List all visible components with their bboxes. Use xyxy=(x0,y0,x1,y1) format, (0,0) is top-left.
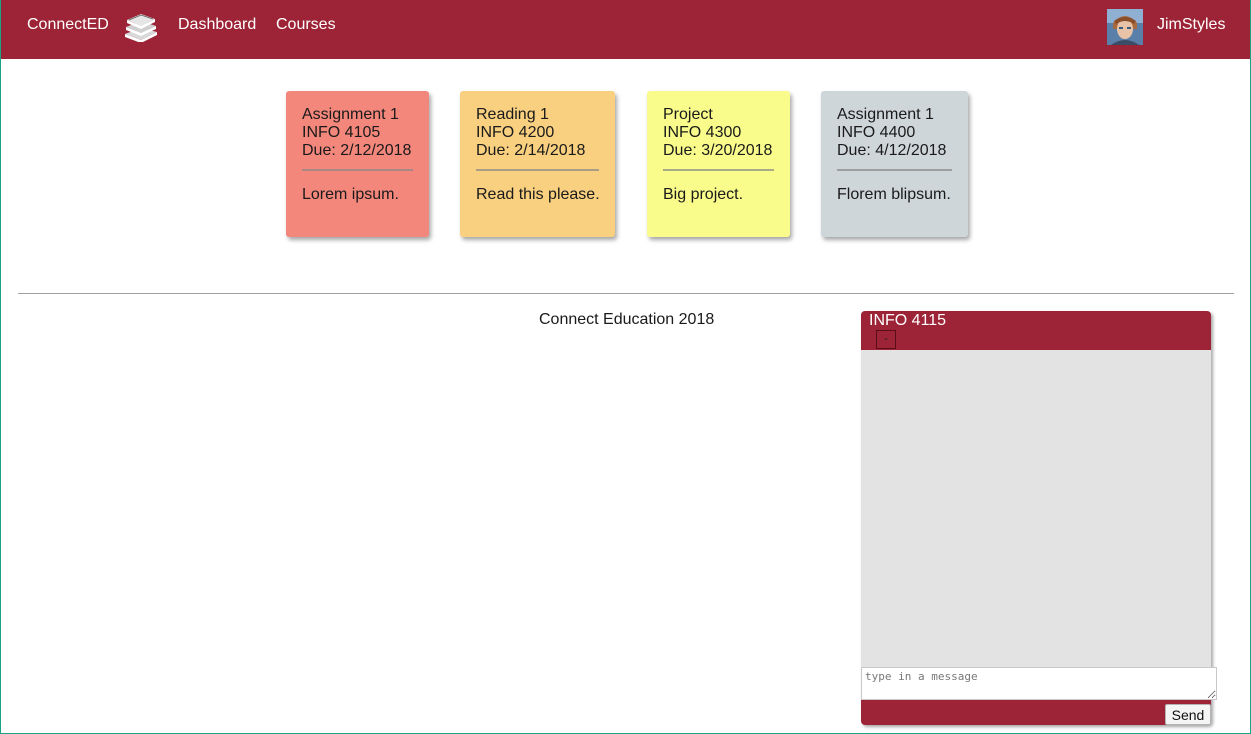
card-due-date: Due: 2/14/2018 xyxy=(476,142,586,159)
chat-minimize-button[interactable]: - xyxy=(876,330,896,349)
nav-courses-link[interactable]: Courses xyxy=(276,16,336,34)
card-note: Lorem ipsum. xyxy=(302,186,399,203)
navbar: ConnectED Dashboard Courses JimStyles xyxy=(1,0,1250,59)
chat-messages xyxy=(861,350,1211,667)
card-due-date: Due: 3/20/2018 xyxy=(663,142,773,159)
books-icon[interactable] xyxy=(123,12,159,43)
card-divider xyxy=(837,169,952,171)
card-course: INFO 4300 xyxy=(663,124,742,141)
card-note: Read this please. xyxy=(476,186,600,203)
assignment-card[interactable]: Project INFO 4300 Due: 3/20/2018 Big pro… xyxy=(647,91,790,237)
card-course: INFO 4200 xyxy=(476,124,555,141)
footer-text: Connect Education 2018 xyxy=(539,311,715,328)
card-course: INFO 4105 xyxy=(302,124,381,141)
card-divider xyxy=(663,169,774,171)
chat-header: INFO 4115 - xyxy=(861,311,1211,350)
nav-dashboard-link[interactable]: Dashboard xyxy=(178,16,256,34)
brand-link[interactable]: ConnectED xyxy=(27,16,109,34)
card-course: INFO 4400 xyxy=(837,124,916,141)
card-due-date: Due: 4/12/2018 xyxy=(837,142,947,159)
chat-message-input[interactable] xyxy=(861,667,1217,700)
card-title: Assignment 1 xyxy=(302,106,399,123)
card-title: Reading 1 xyxy=(476,106,549,123)
card-title: Assignment 1 xyxy=(837,106,934,123)
card-due-date: Due: 2/12/2018 xyxy=(302,142,412,159)
card-divider xyxy=(476,169,599,171)
card-note: Florem blipsum. xyxy=(837,186,951,203)
assignment-card[interactable]: Assignment 1 INFO 4400 Due: 4/12/2018 Fl… xyxy=(821,91,968,237)
chat-title: INFO 4115 xyxy=(869,312,947,329)
send-button[interactable]: Send xyxy=(1165,704,1211,725)
chat-widget: INFO 4115 - Send xyxy=(861,311,1217,725)
card-note: Big project. xyxy=(663,186,744,203)
section-divider xyxy=(18,293,1234,294)
username-link[interactable]: JimStyles xyxy=(1157,16,1225,34)
assignment-card[interactable]: Assignment 1 INFO 4105 Due: 2/12/2018 Lo… xyxy=(286,91,429,237)
card-divider xyxy=(302,169,413,171)
card-title: Project xyxy=(663,106,713,123)
assignment-card[interactable]: Reading 1 INFO 4200 Due: 2/14/2018 Read … xyxy=(460,91,615,237)
avatar[interactable] xyxy=(1107,9,1143,45)
